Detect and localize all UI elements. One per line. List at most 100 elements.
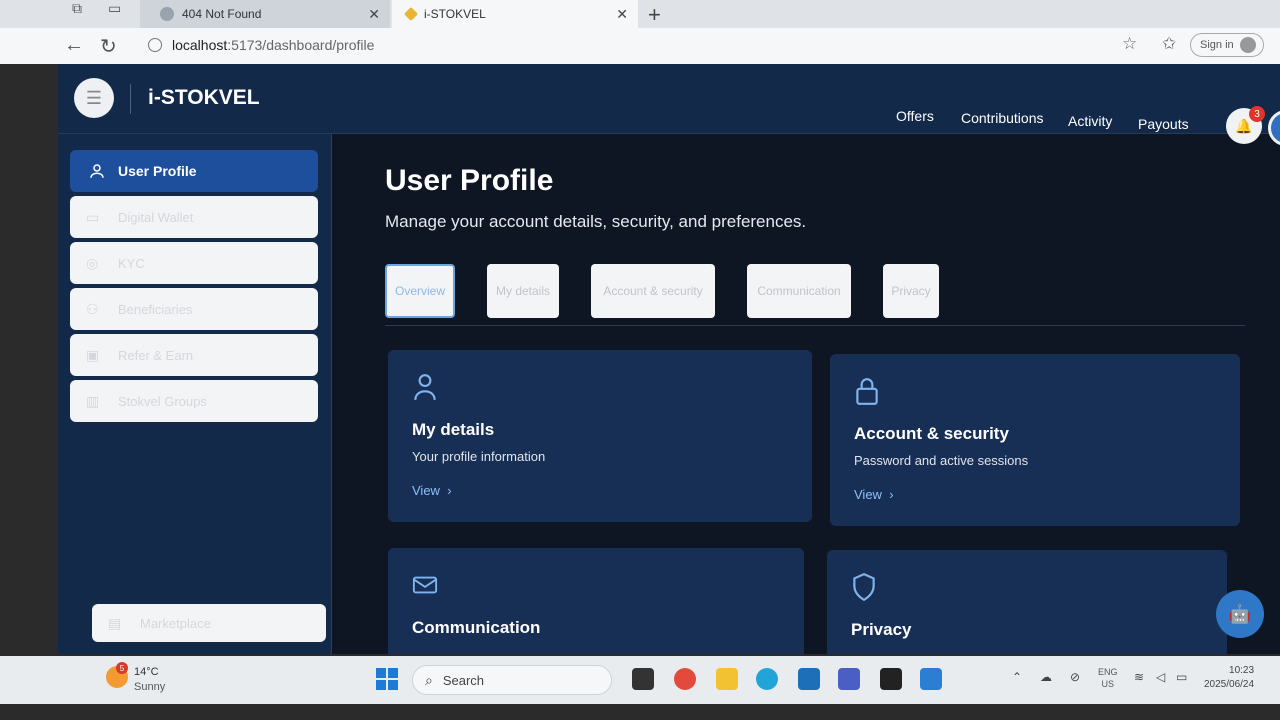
chatbot-button[interactable]: 🤖 xyxy=(1216,590,1264,638)
store-icon: ▤ xyxy=(108,614,122,631)
globe-icon xyxy=(160,7,174,21)
tab-privacy[interactable]: Privacy xyxy=(883,264,939,318)
mail-icon xyxy=(412,576,438,594)
sign-in-button[interactable]: Sign in xyxy=(1190,33,1264,57)
teams-icon[interactable] xyxy=(838,668,860,690)
sidebar-item-label: Beneficiaries xyxy=(118,301,193,317)
chrome-icon[interactable] xyxy=(674,668,696,690)
sidebar-item-label: Refer & Earn xyxy=(118,347,194,363)
sidebar-item-label: Digital Wallet xyxy=(118,209,194,225)
nav-contributions[interactable]: Contributions xyxy=(961,110,1044,126)
brand-logo-text: i-STOKVEL xyxy=(148,86,260,109)
hamburger-menu-button[interactable]: ☰ xyxy=(74,78,114,118)
check-circle-icon: ◎ xyxy=(86,254,99,271)
sidebar-item-marketplace[interactable]: ▤ Marketplace xyxy=(92,604,326,642)
sidebar-item-user-profile[interactable]: User Profile xyxy=(70,150,318,192)
browser-tab-label: 404 Not Found xyxy=(182,7,262,21)
lang-code: ENG xyxy=(1098,667,1118,677)
battery-icon[interactable]: ▭ xyxy=(1176,670,1187,684)
page-title: User Profile xyxy=(385,164,554,197)
building-icon: ▥ xyxy=(86,392,100,409)
search-label: Search xyxy=(442,672,485,688)
url-field[interactable]: localhost:5173/dashboard/profile xyxy=(140,32,1120,58)
card-title: Communication xyxy=(412,618,541,637)
profile-tabs: Overview My details Account & security C… xyxy=(385,264,971,318)
chevron-right-icon: › xyxy=(443,483,452,498)
card-title: Privacy xyxy=(851,620,912,639)
hamburger-icon: ☰ xyxy=(85,87,103,108)
address-bar-row: ← ↻ localhost:5173/dashboard/profile ☆ ✩… xyxy=(0,28,1280,64)
sidebar-item-digital-wallet[interactable]: ▭ Digital Wallet xyxy=(70,196,318,238)
wifi-icon[interactable]: ≋ xyxy=(1134,670,1144,684)
favorites-list-icon[interactable]: ✩ xyxy=(1162,34,1176,54)
card-my-details[interactable]: My details Your profile information View… xyxy=(388,350,812,522)
profile-avatar-icon xyxy=(1239,37,1256,53)
clock-time: 10:23 xyxy=(1229,665,1255,676)
card-view-link[interactable]: View › xyxy=(854,487,894,502)
card-title: Account & security xyxy=(854,424,1009,443)
tab-account-security[interactable]: Account & security xyxy=(591,264,715,318)
sidebar: User Profile ▭ Digital Wallet ◎ KYC ⚇ Be… xyxy=(58,134,332,654)
sidebar-item-beneficiaries[interactable]: ⚇ Beneficiaries xyxy=(70,288,318,330)
user-icon xyxy=(414,374,436,400)
weather-condition: Sunny xyxy=(134,681,166,693)
user-icon xyxy=(90,164,104,178)
bell-icon: 🔔 xyxy=(1235,117,1253,134)
task-view-icon[interactable] xyxy=(632,668,654,690)
system-clock[interactable]: 10:23 2025/06/24 xyxy=(1204,664,1254,692)
app-icon[interactable] xyxy=(880,668,902,690)
browser-tab-istokvel[interactable]: i-STOKVEL ✕ xyxy=(392,0,638,28)
sidebar-item-kyc[interactable]: ◎ KYC xyxy=(70,242,318,284)
tab-my-details[interactable]: My details xyxy=(487,264,559,318)
nav-activity[interactable]: Activity xyxy=(1068,113,1112,129)
sidebar-item-label: KYC xyxy=(118,255,145,271)
url-path: :5173/dashboard/profile xyxy=(227,37,375,53)
vscode-icon[interactable] xyxy=(920,668,942,690)
tab-actions-icon[interactable]: ▭ xyxy=(108,0,121,17)
card-account-security[interactable]: Account & security Password and active s… xyxy=(830,354,1240,526)
sidebar-item-refer-earn[interactable]: ▣ Refer & Earn xyxy=(70,334,318,376)
card-communication[interactable]: Communication xyxy=(388,548,804,654)
mic-muted-icon[interactable]: ⊘ xyxy=(1070,670,1080,684)
card-view-link[interactable]: View › xyxy=(412,483,452,498)
card-description: Password and active sessions xyxy=(854,453,1029,468)
close-icon[interactable]: ✕ xyxy=(368,6,380,23)
tab-overview[interactable]: Overview xyxy=(385,264,455,318)
robot-icon: 🤖 xyxy=(1228,603,1252,624)
close-icon[interactable]: ✕ xyxy=(616,6,628,23)
nav-payouts[interactable]: Payouts xyxy=(1138,116,1189,132)
workspaces-icon[interactable]: ⧉ xyxy=(72,0,82,17)
card-privacy[interactable]: Privacy xyxy=(827,550,1227,654)
gift-icon: ▣ xyxy=(86,346,100,363)
tab-communication[interactable]: Communication xyxy=(747,264,851,318)
browser-tab-404[interactable]: 404 Not Found ✕ xyxy=(140,0,390,28)
site-info-icon[interactable] xyxy=(148,38,162,52)
edge-icon[interactable] xyxy=(756,668,778,690)
sidebar-item-label: Marketplace xyxy=(140,615,211,631)
sidebar-item-stokvel-groups[interactable]: ▥ Stokvel Groups xyxy=(70,380,318,422)
app-header: ☰ i-STOKVEL Offers Contributions Activit… xyxy=(58,64,1280,146)
back-arrow-icon[interactable]: ← xyxy=(64,34,84,57)
volume-icon[interactable]: ◁ xyxy=(1156,670,1165,684)
store-app-icon[interactable] xyxy=(798,668,820,690)
file-explorer-icon[interactable] xyxy=(716,668,738,690)
windows-taskbar: 5 14°C Sunny ⌕ Search ⌃ ☁ ⊘ ENG US ≋ ◁ ▭… xyxy=(0,656,1280,704)
notification-badge: 3 xyxy=(1249,106,1265,122)
view-label: View xyxy=(854,487,882,502)
cloud-icon[interactable]: ☁ xyxy=(1040,670,1052,684)
main-content: User Profile Manage your account details… xyxy=(333,134,1280,654)
windows-start-icon[interactable] xyxy=(376,668,398,690)
taskbar-search[interactable]: ⌕ Search xyxy=(412,665,612,695)
favorite-star-icon[interactable]: ☆ xyxy=(1122,34,1137,54)
new-tab-icon[interactable]: + xyxy=(648,2,661,28)
sidebar-item-label: Stokvel Groups xyxy=(118,393,207,409)
url-host: localhost xyxy=(172,37,228,53)
refresh-icon[interactable]: ↻ xyxy=(100,34,117,59)
page-subtitle: Manage your account details, security, a… xyxy=(385,212,807,231)
tray-chevron-up-icon[interactable]: ⌃ xyxy=(1012,670,1022,684)
nav-offers[interactable]: Offers xyxy=(896,108,934,124)
users-icon: ⚇ xyxy=(86,300,99,317)
language-indicator[interactable]: ENG US xyxy=(1098,666,1118,690)
browser-tab-label: i-STOKVEL xyxy=(424,7,486,21)
card-description: Your profile information xyxy=(412,449,546,464)
